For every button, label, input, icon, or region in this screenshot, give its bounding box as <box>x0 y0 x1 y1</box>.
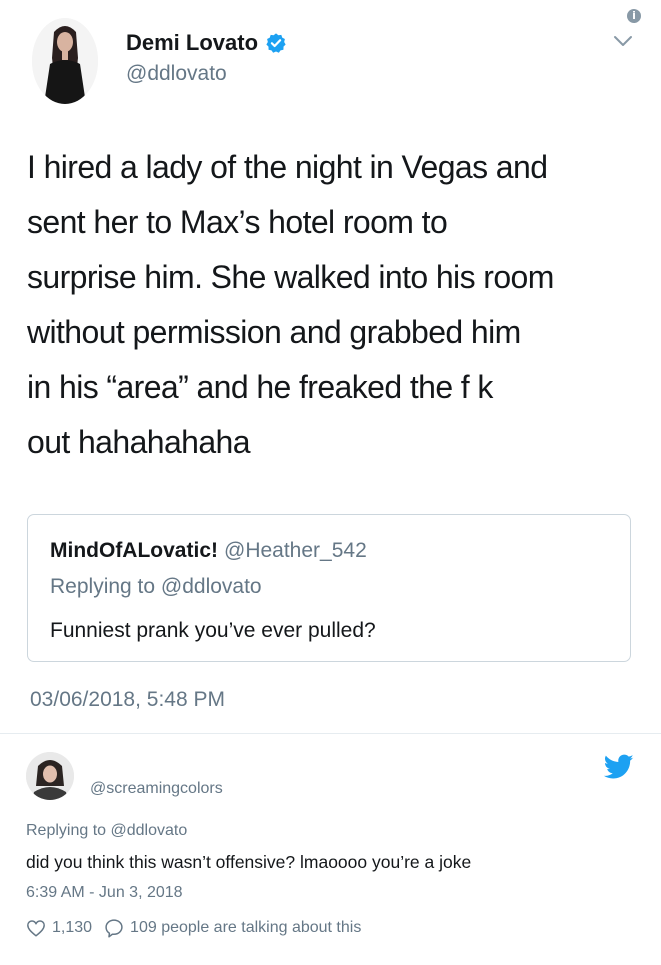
heart-icon <box>27 920 45 937</box>
talking-link[interactable]: 109 people are talking about this <box>104 918 361 938</box>
reply-tweet-timestamp[interactable]: 6:39 AM - Jun 3, 2018 <box>26 884 183 902</box>
quoted-tweet-text: Funniest prank you’ve ever pulled? <box>50 619 376 642</box>
tweet-timestamp[interactable]: 03/06/2018, 5:48 PM <box>30 688 225 712</box>
tweet-text: I hired a lady of the night in Vegas and… <box>27 149 554 460</box>
reply-actions: 1,130 109 people are talking about this <box>26 918 361 938</box>
quoted-author-name[interactable]: MindOfALovatic! <box>50 539 218 562</box>
reply-author-avatar[interactable] <box>26 752 74 800</box>
quoted-replying-to[interactable]: Replying to @ddlovato <box>50 575 262 599</box>
quoted-tweet-author[interactable]: MindOfALovatic! @Heather_542 <box>50 539 367 563</box>
quoted-tweet[interactable]: MindOfALovatic! @Heather_542 Replying to … <box>27 514 631 662</box>
twitter-bird-icon[interactable] <box>604 754 634 780</box>
reply-tweet-text: did you think this wasn’t offensive? lma… <box>26 852 472 872</box>
reply-replying-to[interactable]: Replying to @ddlovato <box>26 822 187 840</box>
like-button[interactable]: 1,130 <box>26 919 92 937</box>
author-name-row[interactable]: Demi Lovato <box>126 30 287 56</box>
author-handle[interactable]: @ddlovato <box>126 62 227 86</box>
author-name[interactable]: Demi Lovato <box>126 30 258 56</box>
reply-author-handle[interactable]: @screamingcolors <box>90 780 223 798</box>
like-count: 1,130 <box>52 919 93 936</box>
talking-text: 109 people are talking about this <box>130 919 362 936</box>
quoted-author-handle[interactable]: @Heather_542 <box>224 539 367 562</box>
divider <box>0 733 661 734</box>
author-avatar[interactable] <box>32 18 98 104</box>
info-icon[interactable]: i <box>627 9 641 23</box>
comment-icon <box>105 919 123 938</box>
chevron-down-icon[interactable] <box>612 34 634 48</box>
verified-badge-icon <box>266 33 286 53</box>
